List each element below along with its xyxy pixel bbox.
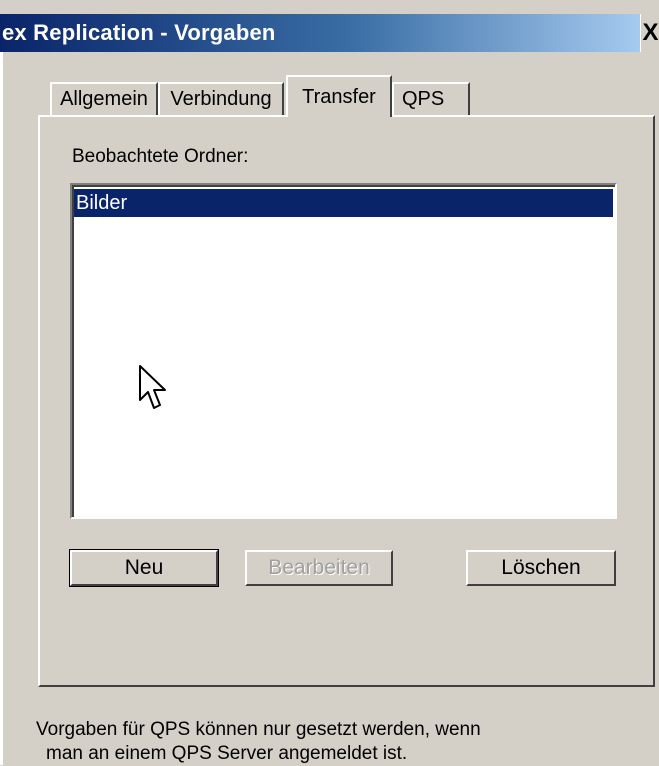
list-item[interactable]: Bilder — [74, 189, 613, 217]
folders-listbox[interactable]: Bilder — [70, 183, 617, 519]
close-button[interactable]: X — [640, 14, 659, 52]
mouse-pointer-icon — [139, 365, 166, 409]
tab-qps[interactable]: QPS — [392, 82, 470, 115]
edit-button[interactable]: Bearbeiten — [245, 550, 393, 586]
tab-label: Allgemein — [60, 88, 148, 110]
footer-note: Vorgaben für QPS können nur gesetzt werd… — [36, 718, 481, 766]
new-button-label: Neu — [124, 556, 164, 579]
tab-verbindung[interactable]: Verbindung — [158, 82, 284, 115]
delete-button[interactable]: Löschen — [466, 550, 616, 586]
close-icon: X — [642, 19, 659, 46]
list-item-label: Bilder — [76, 191, 128, 214]
footer-line-1: Vorgaben für QPS können nur gesetzt werd… — [36, 719, 481, 740]
folders-label: Beobachtete Ordner: — [72, 146, 249, 167]
new-button[interactable]: Neu — [69, 549, 219, 587]
delete-button-label: Löschen — [501, 556, 581, 579]
edit-button-label: Bearbeiten — [268, 556, 370, 579]
tab-label: QPS — [402, 88, 445, 110]
title-bar: ex Replication - Vorgaben X — [0, 0, 659, 52]
tab-allgemein[interactable]: Allgemein — [50, 82, 158, 115]
footer-line-2: man an einem QPS Server angemeldet ist. — [46, 743, 408, 764]
window-left-edge — [0, 52, 3, 765]
window-title: ex Replication - Vorgaben — [2, 20, 276, 45]
tab-label: Verbindung — [170, 88, 272, 110]
tab-transfer[interactable]: Transfer — [286, 75, 392, 117]
tab-label: Transfer — [302, 85, 376, 108]
listbox-inner-border — [72, 185, 615, 517]
